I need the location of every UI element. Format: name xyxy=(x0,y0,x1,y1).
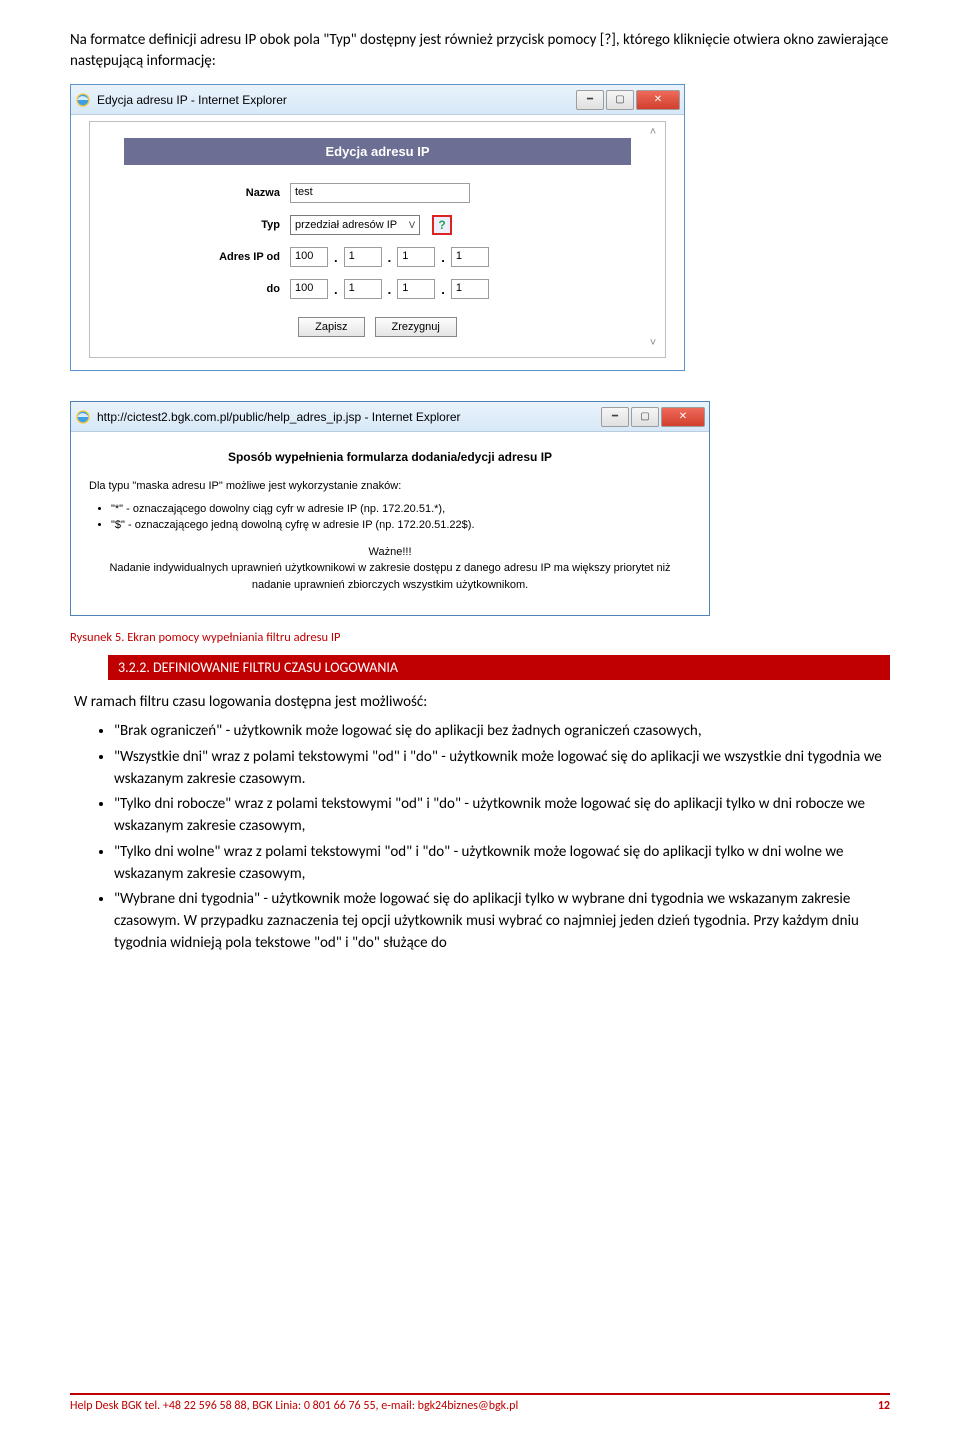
help-bullet-1: "*" - oznaczającego dowolny ciąg cyfr w … xyxy=(111,501,691,518)
window-help: http://cictest2.bgk.com.pl/public/help_a… xyxy=(70,401,710,616)
list-item: "Tylko dni robocze" wraz z polami teksto… xyxy=(114,794,890,838)
page-footer: Help Desk BGK tel. +48 22 596 58 88, BGK… xyxy=(70,1393,890,1413)
minimize-button[interactable]: ━ xyxy=(601,407,629,427)
list-item: "Brak ograniczeń" - użytkownik może logo… xyxy=(114,721,890,743)
window-title: Edycja adresu IP - Internet Explorer xyxy=(97,93,576,107)
footer-contact: Help Desk BGK tel. +48 22 596 58 88, BGK… xyxy=(70,1399,518,1413)
ip-od-1[interactable]: 100 xyxy=(290,247,328,267)
maximize-button[interactable]: ▢ xyxy=(631,407,659,427)
ip-do-1[interactable]: 100 xyxy=(290,279,328,299)
ip-od-2[interactable]: 1 xyxy=(344,247,382,267)
minimize-button[interactable]: ━ xyxy=(576,90,604,110)
select-typ[interactable]: przedział adresów IP xyxy=(290,215,420,235)
maximize-button[interactable]: ▢ xyxy=(606,90,634,110)
label-do: do xyxy=(100,283,290,295)
help-line1: Dla typu "maska adresu IP" możliwe jest … xyxy=(89,478,691,495)
titlebar: Edycja adresu IP - Internet Explorer ━ ▢… xyxy=(71,85,684,115)
list-item: "Tylko dni wolne" wraz z polami tekstowy… xyxy=(114,842,890,886)
ip-od-4[interactable]: 1 xyxy=(451,247,489,267)
list-item: "Wszystkie dni" wraz z polami tekstowymi… xyxy=(114,747,890,791)
help-heading: Sposób wypełnienia formularza dodania/ed… xyxy=(89,448,691,466)
figure-caption: Rysunek 5. Ekran pomocy wypełniania filt… xyxy=(70,630,890,645)
ip-do-2[interactable]: 1 xyxy=(344,279,382,299)
window-buttons: ━ ▢ ✕ xyxy=(576,90,680,110)
ie-icon xyxy=(75,92,91,108)
ip-do-4[interactable]: 1 xyxy=(451,279,489,299)
close-button[interactable]: ✕ xyxy=(636,90,680,110)
zapisz-button[interactable]: Zapisz xyxy=(298,317,364,337)
ie-icon xyxy=(75,409,91,425)
section-header: 3.2.2. DEFINIOWANIE FILTRU CZASU LOGOWAN… xyxy=(108,655,890,680)
ip-od-3[interactable]: 1 xyxy=(397,247,435,267)
help-button[interactable]: ? xyxy=(432,215,452,235)
label-adres-od: Adres IP od xyxy=(100,251,290,263)
wazne-header: Ważne!!! xyxy=(89,544,691,561)
wazne-text: Nadanie indywidualnych uprawnień użytkow… xyxy=(89,560,691,593)
titlebar-help: http://cictest2.bgk.com.pl/public/help_a… xyxy=(71,402,709,432)
intro-paragraph: Na formatce definicji adresu IP obok pol… xyxy=(70,30,890,72)
input-nazwa[interactable]: test xyxy=(290,183,470,203)
zrezygnuj-button[interactable]: Zrezygnuj xyxy=(375,317,457,337)
close-button[interactable]: ✕ xyxy=(661,407,705,427)
help-bullet-2: "$" - oznaczającego jedną dowolną cyfrę … xyxy=(111,517,691,534)
page-number: 12 xyxy=(878,1399,890,1413)
label-nazwa: Nazwa xyxy=(100,187,290,199)
window-buttons: ━ ▢ ✕ xyxy=(601,407,705,427)
label-typ: Typ xyxy=(100,219,290,231)
form-banner: Edycja adresu IP xyxy=(124,138,631,165)
list-item: "Wybrane dni tygodnia" - użytkownik może… xyxy=(114,889,890,954)
help-window-title: http://cictest2.bgk.com.pl/public/help_a… xyxy=(97,410,601,424)
body-intro: W ramach filtru czasu logowania dostępna… xyxy=(70,692,890,713)
main-bullet-list: "Brak ograniczeń" - użytkownik może logo… xyxy=(114,721,890,955)
scroll-down-icon[interactable]: ˅ xyxy=(645,337,661,353)
ip-do-3[interactable]: 1 xyxy=(397,279,435,299)
scroll-up-icon[interactable]: ˄ xyxy=(645,126,661,142)
window-edit-ip: Edycja adresu IP - Internet Explorer ━ ▢… xyxy=(70,84,685,371)
